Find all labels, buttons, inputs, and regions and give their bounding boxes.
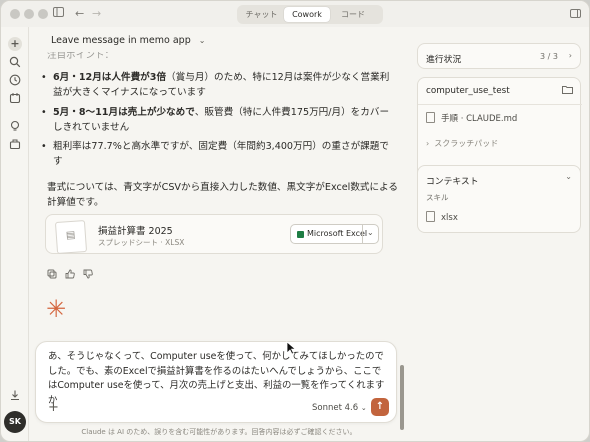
context-card: コンテキスト ⌄ スキル xlsx <box>417 165 581 233</box>
right-panel-toggle-icon[interactable] <box>570 9 581 18</box>
chevron-right-icon: › <box>568 51 572 60</box>
send-button[interactable]: ↑ <box>371 398 389 416</box>
progress-card[interactable]: 進行状況 3 / 3 › <box>417 43 581 69</box>
briefcase-icon[interactable] <box>8 138 22 152</box>
progress-title: 進行状況 <box>426 55 462 65</box>
message-actions <box>47 269 93 282</box>
folder-icon[interactable] <box>562 85 573 96</box>
spreadsheet-thumbnail-icon <box>54 219 88 255</box>
clock-icon[interactable] <box>8 74 22 88</box>
artifact-subtitle: スプレッドシート · XLSX <box>98 238 185 247</box>
calendar-icon[interactable] <box>8 92 22 106</box>
lightbulb-icon[interactable] <box>8 120 22 134</box>
attach-plus-icon[interactable]: + <box>48 401 59 414</box>
title-bar: ← → チャット Cowork コード <box>1 1 589 27</box>
file-label: 手順 · CLAUDE.md <box>441 114 518 124</box>
right-panel: 進行状況 3 / 3 › computer_use_test 手順 · CLAU… <box>409 27 589 441</box>
bullet-item: 粗利率は77.7%と高水準ですが、固定費（年間約3,400万円）の重さが課題です <box>41 139 398 169</box>
model-label: Sonnet 4.6 <box>312 403 359 413</box>
sidebar-toggle-icon[interactable] <box>53 7 64 21</box>
download-icon[interactable] <box>8 389 22 403</box>
mode-tabs: チャット Cowork コード <box>237 5 383 24</box>
avatar[interactable]: SK <box>4 411 26 433</box>
bullet-bold: 5月・8〜11月は売上が少なめで <box>53 107 195 118</box>
context-title: コンテキスト <box>426 177 479 187</box>
forward-arrow-icon[interactable]: → <box>92 7 101 21</box>
back-arrow-icon[interactable]: ← <box>75 7 84 21</box>
skills-label: スキル <box>426 193 449 202</box>
format-note: 書式については、青文字がCSVから直接入力した数値、黒文字がExcel数式による… <box>47 182 398 208</box>
folder-title: computer_use_test <box>426 86 510 96</box>
file-icon <box>426 112 435 123</box>
bullet-bold: 6月・12月は人件費が3倍 <box>53 72 167 83</box>
bullet-text: 粗利率は77.7%と高水準ですが、固定費（年間約3,400万円）の重さが課題です <box>53 141 389 167</box>
button-divider <box>362 225 363 243</box>
scratchpad-label: スクラッチパッド <box>434 139 499 148</box>
divider <box>418 104 582 105</box>
composer-input[interactable]: あ、そうじゃなくって、Computer useを使って、何かしてみてほしかったの… <box>48 350 388 408</box>
skill-item-xlsx[interactable]: xlsx <box>426 211 458 223</box>
excel-icon <box>297 231 304 238</box>
faded-heading: 注目ポイント： <box>47 52 115 61</box>
mouse-cursor-icon <box>286 341 296 355</box>
copy-icon[interactable] <box>47 269 57 282</box>
scrollbar[interactable] <box>400 365 404 430</box>
minimize-window-button[interactable] <box>24 9 34 19</box>
message-composer[interactable]: あ、そうじゃなくって、Computer useを使って、何かしてみてほしかったの… <box>35 341 397 423</box>
close-window-button[interactable] <box>10 9 20 19</box>
tab-code[interactable]: コード <box>330 7 376 22</box>
thumbs-down-icon[interactable] <box>83 269 93 282</box>
claude-spark-icon: ✳ <box>46 295 67 323</box>
bullet-item: 6月・12月は人件費が3倍（賞与月）のため、特に12月は案件が少なく営業利益が大… <box>41 70 398 100</box>
skill-file-icon <box>426 211 435 222</box>
chevron-right-icon: › <box>426 139 430 148</box>
progress-count: 3 / 3 <box>540 52 558 61</box>
model-selector[interactable]: Sonnet 4.6 ⌄ <box>312 403 367 413</box>
conversation-title-label: Leave message in memo app <box>51 35 191 46</box>
new-task-plus-icon[interactable]: + <box>8 37 22 51</box>
artifact-card[interactable]: 損益計算書 2025 スプレッドシート · XLSX Microsoft Exc… <box>45 214 383 255</box>
zoom-window-button[interactable] <box>38 9 48 19</box>
conversation-title[interactable]: Leave message in memo app ⌄ <box>51 35 205 46</box>
skill-label: xlsx <box>441 213 458 223</box>
chevron-down-icon[interactable]: ⌄ <box>565 172 572 181</box>
search-icon[interactable] <box>8 56 22 70</box>
disclaimer: Claude は AI のため、誤りを含む可能性があります。回答内容は必ずご確認… <box>81 428 357 436</box>
artifact-title: 損益計算書 2025 <box>98 226 173 237</box>
thumbs-up-icon[interactable] <box>65 269 75 282</box>
open-in-excel-button[interactable]: Microsoft Excel ⌄ <box>290 224 379 244</box>
chevron-down-icon: ⌄ <box>360 404 367 412</box>
conversation-area: Leave message in memo app ⌄ 注目ポイント： 6月・12… <box>29 27 409 441</box>
open-in-excel-label: Microsoft Excel <box>307 229 368 238</box>
bullet-item: 5月・8〜11月は売上が少なめで、販管費（特に人件費175万円/月）をカバーしき… <box>41 105 398 135</box>
tab-chat[interactable]: チャット <box>239 7 284 22</box>
tab-cowork[interactable]: Cowork <box>284 7 330 22</box>
scratchpad-toggle[interactable]: › スクラッチパッド <box>426 138 498 149</box>
left-rail: + SK <box>1 27 29 441</box>
chevron-down-icon: ⌄ <box>198 36 206 45</box>
chevron-down-icon[interactable]: ⌄ <box>367 228 374 237</box>
file-item-claude-md[interactable]: 手順 · CLAUDE.md <box>426 112 517 124</box>
app-window: ← → チャット Cowork コード + SK Leave message i… <box>0 0 590 442</box>
